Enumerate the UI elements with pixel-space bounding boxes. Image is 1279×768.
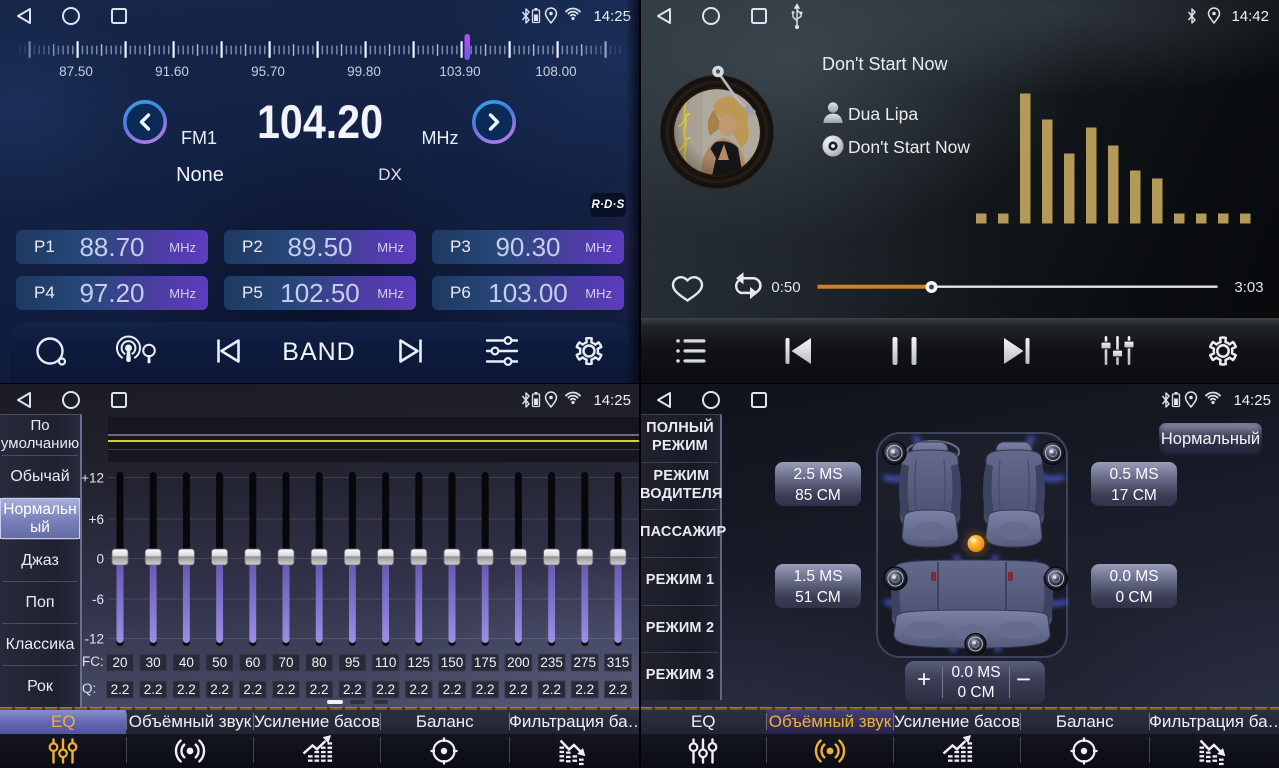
svg-text:235: 235	[540, 655, 563, 670]
svg-text:0: 0	[96, 552, 104, 567]
svg-text:2.2: 2.2	[177, 682, 196, 697]
svg-text:FC:: FC:	[82, 654, 104, 669]
svg-text:Q:: Q:	[82, 681, 96, 696]
svg-text:80: 80	[312, 655, 327, 670]
svg-text:BAND: BAND	[282, 338, 355, 366]
svg-text:110: 110	[375, 655, 397, 670]
svg-text:315: 315	[607, 655, 630, 670]
svg-text:0:50: 0:50	[771, 279, 800, 296]
svg-text:2.2: 2.2	[144, 682, 163, 697]
svg-text:2.2: 2.2	[210, 682, 229, 697]
svg-text:70: 70	[278, 655, 293, 670]
svg-text:40: 40	[179, 655, 194, 670]
svg-text:14:42: 14:42	[1231, 8, 1269, 25]
svg-text:103.90: 103.90	[439, 64, 480, 79]
svg-text:2.2: 2.2	[243, 682, 262, 697]
svg-text:-6: -6	[92, 592, 104, 607]
svg-text:91.60: 91.60	[155, 64, 189, 79]
svg-text:None: None	[176, 164, 224, 186]
svg-text:2.2: 2.2	[277, 682, 296, 697]
svg-text:3:03: 3:03	[1234, 279, 1263, 296]
svg-text:2.2: 2.2	[542, 682, 561, 697]
svg-text:87.50: 87.50	[59, 64, 93, 79]
svg-text:108.00: 108.00	[535, 64, 576, 79]
svg-text:60: 60	[245, 655, 260, 670]
svg-text:2.2: 2.2	[310, 682, 329, 697]
svg-text:104.20: 104.20	[257, 95, 383, 148]
svg-text:+6: +6	[89, 512, 104, 527]
svg-text:2.2: 2.2	[409, 682, 428, 697]
svg-text:50: 50	[212, 655, 227, 670]
svg-text:DX: DX	[378, 165, 402, 184]
svg-text:2.2: 2.2	[609, 682, 628, 697]
svg-text:2.2: 2.2	[509, 682, 528, 697]
svg-text:20: 20	[112, 655, 127, 670]
svg-text:2.2: 2.2	[343, 682, 362, 697]
svg-text:2.2: 2.2	[476, 682, 495, 697]
svg-text:14:25: 14:25	[1233, 392, 1271, 409]
svg-text:2.2: 2.2	[575, 682, 594, 697]
svg-text:125: 125	[408, 655, 431, 670]
svg-text:+12: +12	[81, 471, 104, 486]
svg-text:95.70: 95.70	[251, 64, 285, 79]
svg-text:MHz: MHz	[422, 128, 459, 148]
svg-text:-12: -12	[84, 632, 104, 647]
svg-text:275: 275	[574, 655, 597, 670]
svg-text:30: 30	[146, 655, 161, 670]
svg-text:14:25: 14:25	[593, 392, 631, 409]
svg-text:95: 95	[345, 655, 360, 670]
svg-text:175: 175	[474, 655, 497, 670]
svg-text:200: 200	[507, 655, 530, 670]
svg-text:150: 150	[441, 655, 464, 670]
svg-text:FM1: FM1	[181, 128, 217, 148]
svg-text:99.80: 99.80	[347, 64, 381, 79]
svg-text:2.2: 2.2	[111, 682, 130, 697]
svg-text:2.2: 2.2	[443, 682, 462, 697]
svg-text:2.2: 2.2	[376, 682, 395, 697]
